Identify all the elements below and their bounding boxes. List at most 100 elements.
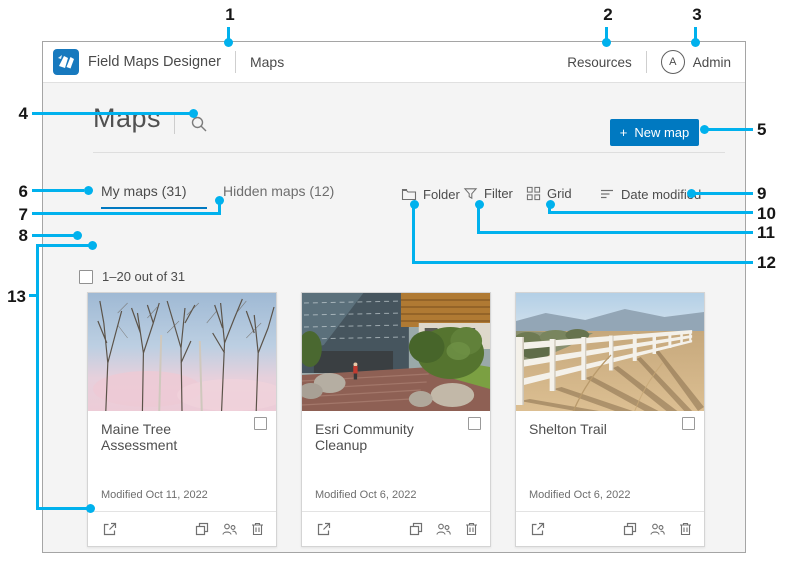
trash-icon: [678, 521, 693, 537]
share-group-button[interactable]: [649, 521, 666, 538]
screenshot-stage: Field Maps Designer Maps Resources A Adm…: [0, 0, 804, 562]
sort-label: Date modified: [621, 187, 701, 202]
delete-button[interactable]: [249, 521, 266, 538]
callout-number-12: 12: [757, 253, 781, 273]
search-button[interactable]: [189, 114, 209, 134]
map-card: Esri Community Cleanup Modified Oct 6, 2…: [301, 292, 491, 547]
card-footer: [302, 511, 490, 546]
new-map-label: New map: [634, 125, 689, 140]
nav-maps[interactable]: Maps: [250, 54, 284, 70]
app-title: Field Maps Designer: [88, 54, 221, 70]
callout-number-3: 3: [685, 5, 709, 25]
card-title: Shelton Trail: [529, 421, 674, 437]
card-footer: [88, 511, 276, 546]
folder-label: Folder: [423, 187, 460, 202]
map-card: Shelton Trail Modified Oct 6, 2022: [515, 292, 705, 547]
card-modified-date: Modified Oct 11, 2022: [101, 489, 208, 501]
open-map-button[interactable]: [529, 521, 546, 538]
active-tab-underline: [101, 207, 207, 209]
delete-button[interactable]: [463, 521, 480, 538]
app-header: Field Maps Designer Maps Resources A Adm…: [43, 42, 745, 83]
content-area: Maps + New map My maps (31) Hidden maps …: [43, 83, 745, 552]
delete-button[interactable]: [677, 521, 694, 538]
plus-icon: +: [620, 125, 628, 140]
callout-line: [694, 27, 697, 41]
card-checkbox[interactable]: [468, 417, 481, 430]
duplicate-icon: [408, 521, 424, 537]
page-title: Maps: [93, 103, 161, 134]
share-group-button[interactable]: [221, 521, 238, 538]
duplicate-button[interactable]: [407, 521, 424, 538]
callout-number-4: 4: [4, 104, 28, 124]
callout-line: [605, 27, 608, 41]
duplicate-button[interactable]: [193, 521, 210, 538]
card-title: Esri Community Cleanup: [315, 421, 460, 453]
group-icon: [221, 521, 238, 537]
group-icon: [435, 521, 452, 537]
new-map-button[interactable]: + New map: [610, 119, 699, 146]
card-checkbox[interactable]: [254, 417, 267, 430]
winter-trees-image: [88, 293, 276, 411]
callout-number-2: 2: [596, 5, 620, 25]
callout-number-1: 1: [218, 5, 242, 25]
share-group-button[interactable]: [435, 521, 452, 538]
callout-number-10: 10: [757, 204, 781, 224]
callout-number-5: 5: [757, 120, 781, 140]
map-thumbnail[interactable]: [516, 293, 704, 411]
header-divider: [646, 51, 647, 73]
callout-line: [29, 294, 39, 297]
folder-button[interactable]: Folder: [401, 186, 460, 202]
user-name[interactable]: Admin: [693, 55, 731, 70]
title-divider: [93, 152, 725, 153]
selection-row: 1–20 out of 31: [79, 269, 185, 284]
card-checkbox[interactable]: [682, 417, 695, 430]
trash-icon: [464, 521, 479, 537]
callout-number-6: 6: [4, 182, 28, 202]
trail-fence-image: [516, 293, 704, 411]
map-card: Maine Tree Assessment Modified Oct 11, 2…: [87, 292, 277, 547]
app-window: Field Maps Designer Maps Resources A Adm…: [42, 41, 746, 553]
sort-icon: [599, 186, 615, 202]
duplicate-icon: [622, 521, 638, 537]
folder-icon: [401, 186, 417, 202]
search-icon: [189, 114, 209, 134]
card-modified-date: Modified Oct 6, 2022: [529, 489, 631, 501]
card-footer: [516, 511, 704, 546]
selection-count-label: 1–20 out of 31: [102, 269, 185, 284]
duplicate-icon: [194, 521, 210, 537]
open-map-button[interactable]: [101, 521, 118, 538]
callout-line: [36, 244, 39, 510]
map-thumbnail[interactable]: [302, 293, 490, 411]
filter-icon: [463, 186, 478, 201]
grid-label: Grid: [547, 186, 572, 201]
open-icon: [316, 521, 332, 537]
grid-view-button[interactable]: Grid: [526, 186, 572, 201]
sort-button[interactable]: Date modified: [599, 186, 701, 202]
callout-number-8: 8: [4, 226, 28, 246]
campus-building-image: [302, 293, 490, 411]
duplicate-button[interactable]: [621, 521, 638, 538]
title-divider-vertical: [174, 112, 175, 134]
header-divider: [235, 51, 236, 73]
avatar[interactable]: A: [661, 50, 685, 74]
trash-icon: [250, 521, 265, 537]
tab-hidden-maps[interactable]: Hidden maps (12): [223, 183, 334, 199]
select-all-checkbox[interactable]: [79, 270, 93, 284]
filter-button[interactable]: Filter: [463, 186, 513, 201]
card-title: Maine Tree Assessment: [101, 421, 246, 453]
open-map-button[interactable]: [315, 521, 332, 538]
card-modified-date: Modified Oct 6, 2022: [315, 489, 417, 501]
open-icon: [102, 521, 118, 537]
callout-number-11: 11: [757, 223, 781, 243]
grid-icon: [526, 186, 541, 201]
callout-number-7: 7: [4, 205, 28, 225]
map-thumbnail[interactable]: [88, 293, 276, 411]
callout-number-9: 9: [757, 184, 781, 204]
group-icon: [649, 521, 666, 537]
field-maps-logo-icon: [53, 49, 79, 75]
callout-number-13: 13: [2, 287, 26, 307]
tab-my-maps[interactable]: My maps (31): [101, 183, 187, 199]
open-icon: [530, 521, 546, 537]
filter-label: Filter: [484, 186, 513, 201]
resources-link[interactable]: Resources: [567, 55, 632, 70]
